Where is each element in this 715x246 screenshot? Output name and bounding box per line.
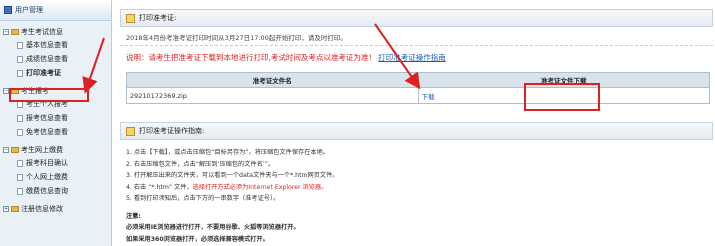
- note-item: 必须采用IE浏览器进行打开，不要用谷歌、火狐等浏览器打开。: [126, 224, 300, 231]
- document-icon: [17, 187, 23, 195]
- guide-steps: 1. 点击【下载】，或点击压缩包“目标另存为”，将压缩包文件保存在本地。 2. …: [120, 140, 713, 245]
- document-icon: [17, 55, 23, 63]
- panel-title: 打印准考证:: [139, 14, 177, 22]
- sidebar-item-exempt-info[interactable]: 免考信息查看: [3, 125, 111, 139]
- step-item: 1. 点击【下载】，或点击压缩包“目标另存为”，将压缩包文件保存在本地。: [126, 149, 329, 156]
- document-icon: [17, 114, 23, 122]
- note-title: 注意:: [126, 212, 141, 220]
- ticket-filename: 29210172369.zip: [126, 87, 419, 104]
- instruction-text: 说明：请考生把准考证下载到本地进行打印,考试时间及考点以准考证为准！ 打印准考证…: [120, 50, 713, 66]
- item-label: 缴费信息查询: [26, 187, 68, 195]
- item-label: 报考科目确认: [26, 159, 68, 167]
- step-item: 4. 右击 “*.htm” 文件，选择打开方式必须为Internet Explo…: [126, 182, 713, 194]
- group-profile-edit[interactable]: + 注册信息修改: [3, 202, 111, 215]
- collapse-toggle-icon[interactable]: −: [3, 146, 9, 153]
- folder-icon: [11, 28, 19, 35]
- item-label: 打印准考证: [26, 69, 61, 77]
- sidebar: 用户管理 − 考生考试信息 基本信息查看 成绩信息查看 打印准考证 − 考生报考…: [0, 0, 112, 246]
- memo-icon: [126, 126, 135, 136]
- folder-icon: [11, 146, 19, 153]
- step-item: 5. 看到打印须知后，点击下方的一串数字（准考证号）。: [126, 195, 280, 202]
- panel-header: 打印准考证操作指南:: [120, 122, 713, 140]
- group-exam-info[interactable]: − 考生考试信息: [3, 25, 111, 38]
- instruction-label: 说明：请考生把准考证下载到本地进行打印,考试时间及考点以准考证为准！: [126, 53, 376, 62]
- step-item: 3. 打开解压出来的文件夹，可以看到一个data文件夹与一个*.htm网页文件。: [126, 172, 339, 179]
- memo-icon: [126, 13, 135, 23]
- group-payment[interactable]: − 考生网上缴费: [3, 143, 111, 156]
- step-item: 2. 右击压缩包文件，点击“解压到‘压缩包的文件名’”。: [126, 160, 275, 168]
- document-icon: [17, 41, 23, 49]
- nav-tree: − 考生考试信息 基本信息查看 成绩信息查看 打印准考证 − 考生报考 考生个人…: [0, 21, 111, 215]
- panel-title: 打印准考证操作指南:: [139, 127, 205, 135]
- group-label: 注册信息修改: [21, 204, 63, 213]
- item-label: 报考信息查看: [26, 114, 68, 122]
- group-label: 考生考试信息: [21, 27, 63, 36]
- item-label: 个人网上缴费: [26, 173, 68, 181]
- table-header-row: 准考证文件名 准考证文件下载: [126, 72, 710, 88]
- sidebar-item-register-info[interactable]: 报考信息查看: [3, 111, 111, 125]
- step-warning: 选择打开方式必须为Internet Explorer 浏览器。: [192, 183, 328, 191]
- user-management-icon: [4, 6, 12, 14]
- guide-link[interactable]: 打印准考证操作指南: [378, 53, 446, 62]
- note-item: 如果采用360浏览器打开，必须选择兼容模式打开。: [126, 235, 269, 243]
- sidebar-header-label: 用户管理: [15, 6, 43, 14]
- document-icon: [17, 173, 23, 181]
- group-label: 考生网上缴费: [21, 145, 63, 154]
- highlight-box: [9, 88, 89, 102]
- document-icon: [17, 128, 23, 136]
- expand-toggle-icon[interactable]: +: [3, 205, 9, 212]
- document-icon: [17, 159, 23, 167]
- main-content: 打印准考证: 2018年4月份考准考证打印时间从3月27日17:00起开始打印，…: [120, 0, 715, 246]
- sidebar-header: 用户管理: [0, 0, 111, 21]
- sidebar-item-print-ticket[interactable]: 打印准考证: [3, 66, 111, 80]
- item-label: 基本信息查看: [26, 41, 68, 49]
- sidebar-item-score-info[interactable]: 成绩信息查看: [3, 52, 111, 66]
- panel-header: 打印准考证:: [120, 9, 713, 27]
- print-panel: 打印准考证: 2018年4月份考准考证打印时间从3月27日17:00起开始打印，…: [120, 9, 713, 66]
- sidebar-item-subject-confirm[interactable]: 报考科目确认: [3, 156, 111, 170]
- item-label: 免考信息查看: [26, 128, 68, 136]
- sidebar-item-basic-info[interactable]: 基本信息查看: [3, 38, 111, 52]
- document-icon: [17, 69, 23, 77]
- item-label: 成绩信息查看: [26, 55, 68, 63]
- column-header: 准考证文件名: [126, 72, 419, 88]
- step-text: 4. 右击 “*.htm” 文件，: [126, 183, 193, 191]
- print-time-info: 2018年4月份考准考证打印时间从3月27日17:00起开始打印，请及时打印。: [120, 31, 713, 46]
- collapse-toggle-icon[interactable]: −: [3, 28, 9, 35]
- sidebar-item-payment-query[interactable]: 缴费信息查询: [3, 184, 111, 198]
- table-row: 29210172369.zip 下载: [126, 87, 710, 104]
- highlight-box: [524, 83, 600, 111]
- guide-panel: 打印准考证操作指南: 1. 点击【下载】，或点击压缩包“目标另存为”，将压缩包文…: [120, 122, 713, 245]
- sidebar-item-online-payment[interactable]: 个人网上缴费: [3, 170, 111, 184]
- download-link[interactable]: 下载: [422, 93, 435, 101]
- folder-icon: [11, 205, 19, 212]
- ticket-table: 准考证文件名 准考证文件下载 29210172369.zip 下载: [126, 72, 710, 104]
